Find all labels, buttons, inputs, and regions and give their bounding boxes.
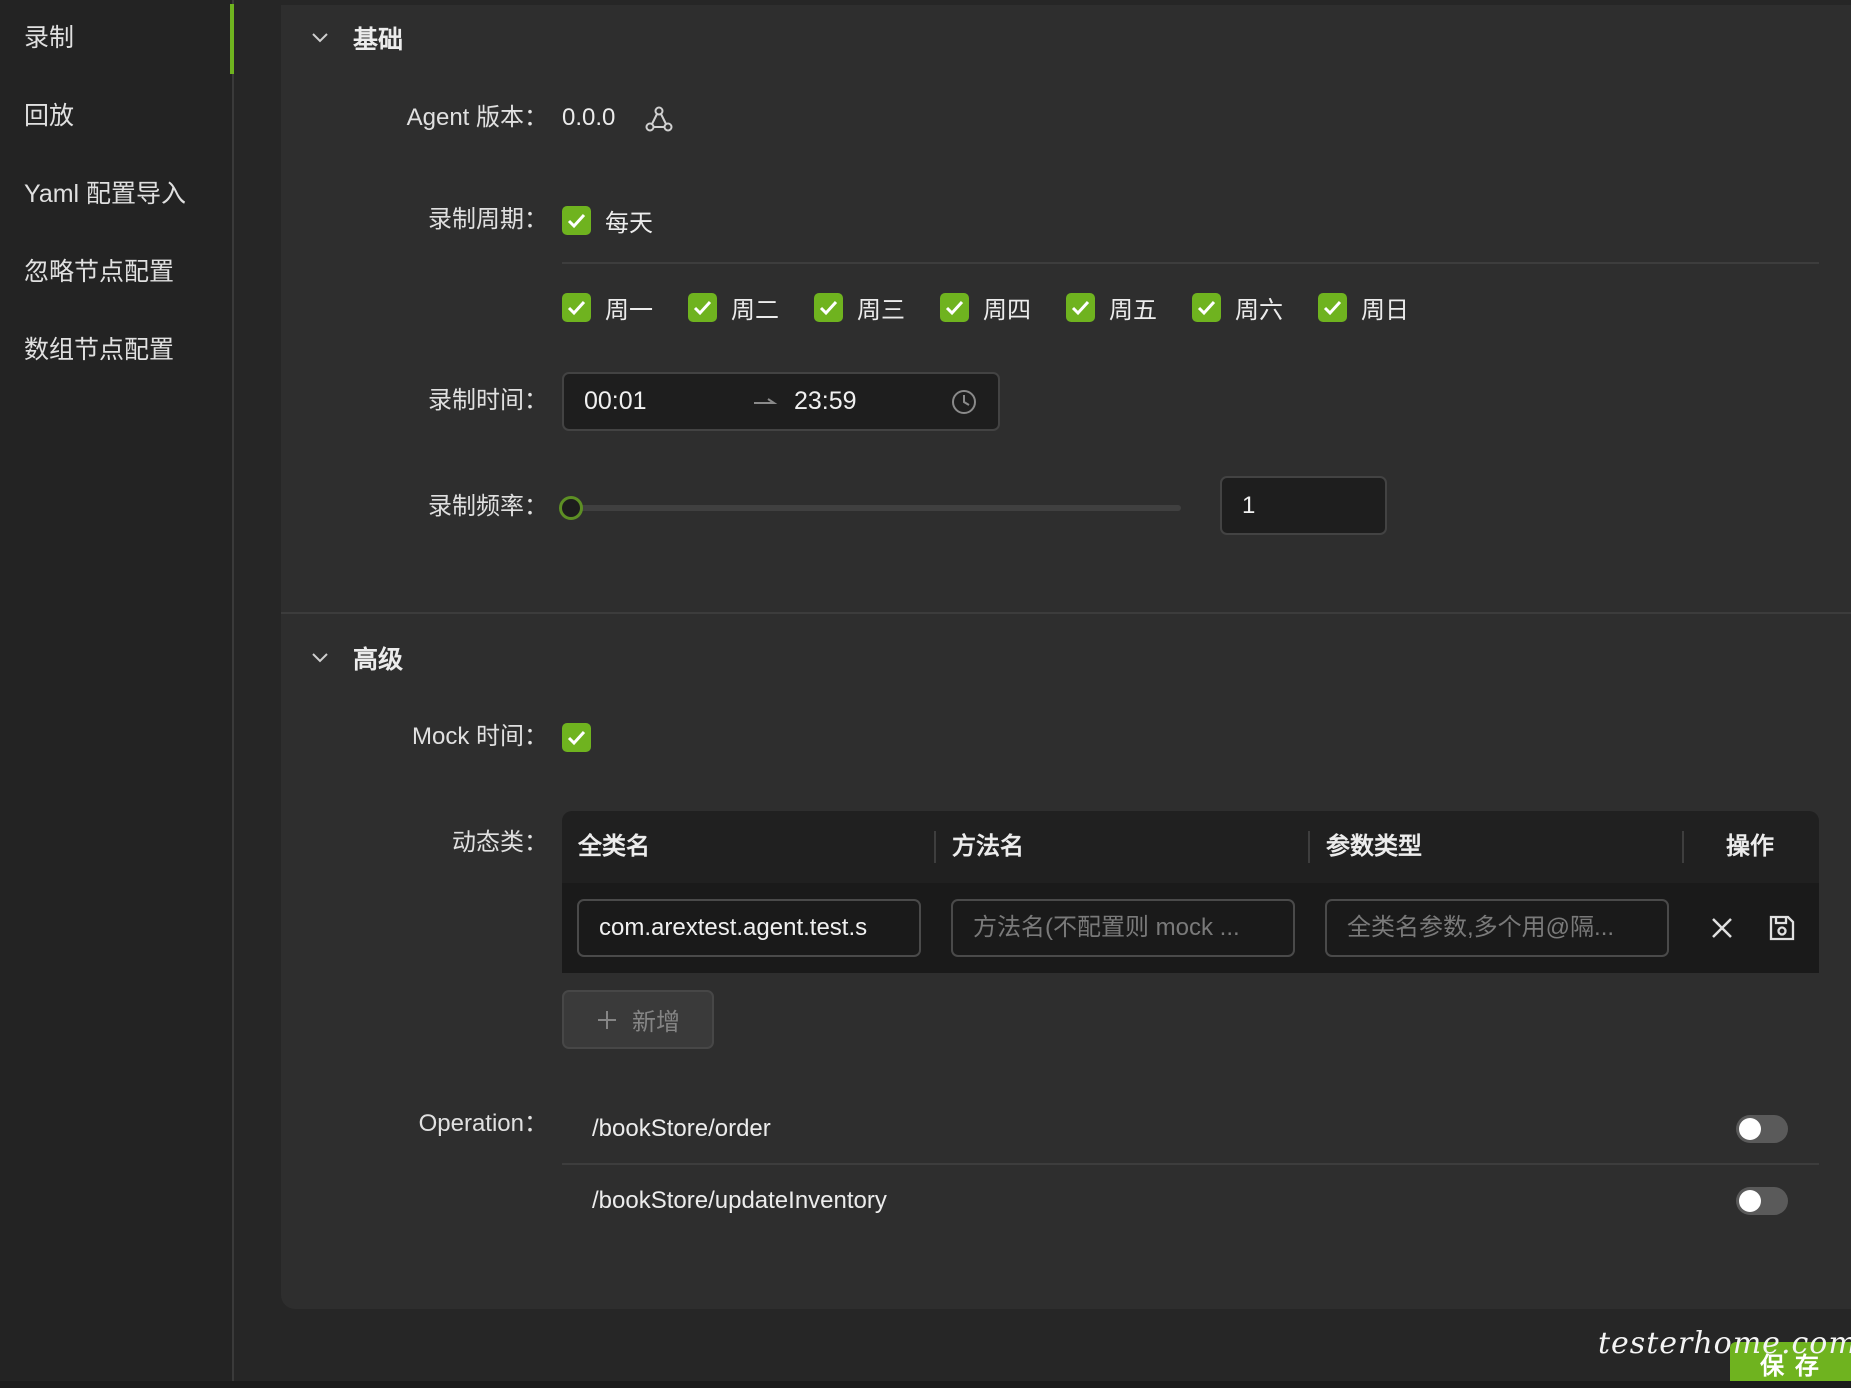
time-end-input[interactable]: 23:59 [794,374,857,429]
close-icon[interactable] [1710,916,1734,940]
cluster-icon[interactable] [644,104,674,134]
toggle-knob [1739,1118,1761,1140]
agent-version-label: Agent 版本： [406,104,548,131]
dynamic-class-label: 动态类： [452,829,548,856]
checkbox-checked-icon [688,292,717,322]
dynamic-class-table-header: 全类名 方法名 参数类型 操作 [562,811,1819,883]
record-time-label: 录制时间： [428,387,548,414]
column-header-class: 全类名 [578,833,650,860]
operation-toggle-order[interactable] [1736,1115,1788,1143]
mock-time-checkbox[interactable] [562,717,591,757]
operation-path: /bookStore/order [592,1115,771,1142]
everyday-label: 每天 [605,209,653,237]
time-range-picker[interactable]: 00:01 23:59 [562,372,1000,431]
day-checkbox-fri[interactable]: 周五 [1066,287,1157,327]
day-label: 周二 [731,296,779,324]
sidebar-item-replay[interactable]: 回放 [24,96,74,136]
day-checkbox-mon[interactable]: 周一 [562,287,653,327]
operation-label: Operation： [418,1110,548,1137]
class-name-input[interactable]: com.arextest.agent.test.s [577,899,921,957]
sidebar-item-yaml-import[interactable]: Yaml 配置导入 [24,174,186,214]
column-separator [1682,831,1684,863]
basic-section-header[interactable]: 基础 [311,18,403,58]
record-frequency-label: 录制频率： [428,493,548,520]
advanced-section-title: 高级 [353,646,404,674]
day-checkbox-thu[interactable]: 周四 [940,287,1031,327]
day-label: 周三 [857,296,905,324]
frequency-input[interactable]: 1 [1220,476,1387,535]
add-row-label: 新增 [632,1009,680,1036]
record-cycle-label: 录制周期： [428,206,548,233]
column-header-method: 方法名 [952,833,1024,860]
day-label: 周一 [605,296,653,324]
day-checkbox-tue[interactable]: 周二 [688,287,779,327]
day-label: 周五 [1109,296,1157,324]
checkbox-checked-icon [940,292,969,322]
operation-path: /bookStore/updateInventory [592,1187,887,1214]
toggle-knob [1739,1190,1761,1212]
checkbox-checked-icon [562,722,591,752]
day-label: 周四 [983,296,1031,324]
clock-icon [952,390,976,414]
column-header-actions: 操作 [1726,833,1774,860]
checkbox-checked-icon [562,205,591,235]
sidebar-item-ignore-nodes[interactable]: 忽略节点配置 [24,252,174,292]
sidebar: 录制 回放 Yaml 配置导入 忽略节点配置 数组节点配置 [0,0,234,1381]
param-type-input[interactable]: 全类名参数,多个用@隔... [1325,899,1669,957]
table-row: com.arextest.agent.test.s 方法名(不配置则 mock … [562,883,1819,973]
day-label: 周日 [1361,296,1409,324]
operation-toggle-update-inventory[interactable] [1736,1187,1788,1215]
basic-section-title: 基础 [353,26,404,54]
mock-time-label: Mock 时间： [411,723,548,750]
operation-divider [562,1163,1819,1165]
column-separator [1308,831,1310,863]
plus-icon [598,1010,616,1029]
column-header-param-type: 参数类型 [1326,833,1422,860]
chevron-down-icon [312,653,328,663]
column-separator [934,831,936,863]
frequency-slider-handle[interactable] [559,496,583,520]
add-row-button[interactable]: 新增 [562,990,714,1049]
day-checkbox-sat[interactable]: 周六 [1192,287,1283,327]
day-label: 周六 [1235,296,1283,324]
agent-version-value: 0.0.0 [562,104,616,131]
checkbox-checked-icon [1318,292,1347,322]
everyday-checkbox[interactable]: 每天 [562,200,653,240]
chevron-down-icon [312,33,328,43]
checkbox-checked-icon [562,292,591,322]
watermark: testerhome.com [1598,1326,1851,1361]
save-icon[interactable] [1767,913,1797,943]
time-start-input[interactable]: 00:01 [584,374,647,429]
cycle-divider [562,262,1819,264]
sidebar-active-indicator [230,4,234,74]
method-name-input[interactable]: 方法名(不配置则 mock ... [951,899,1295,957]
section-divider [281,612,1851,614]
frequency-slider-track[interactable] [571,505,1181,511]
arrow-right-icon [754,398,778,404]
sidebar-item-array-nodes[interactable]: 数组节点配置 [24,330,174,370]
checkbox-checked-icon [814,292,843,322]
advanced-section-header[interactable]: 高级 [311,638,403,678]
checkbox-checked-icon [1066,292,1095,322]
sidebar-item-record[interactable]: 录制 [24,18,74,58]
checkbox-checked-icon [1192,292,1221,322]
bottom-edge [0,1381,1851,1388]
day-checkbox-wed[interactable]: 周三 [814,287,905,327]
day-checkbox-sun[interactable]: 周日 [1318,287,1409,327]
